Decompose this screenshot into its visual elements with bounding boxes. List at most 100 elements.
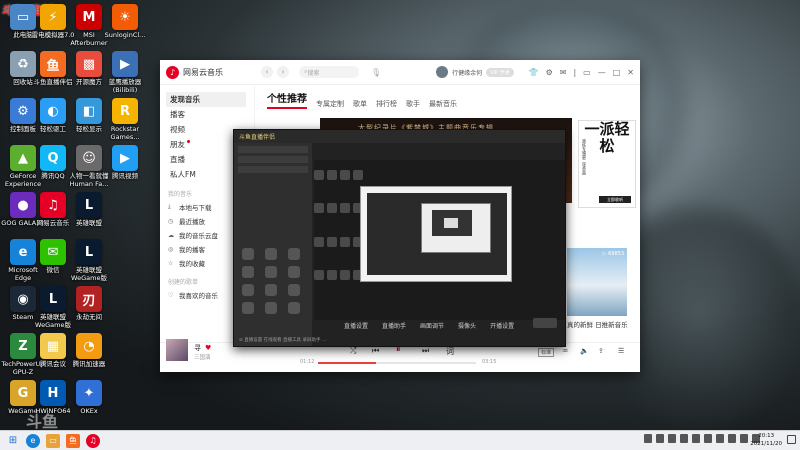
edge-icon[interactable]: e bbox=[26, 433, 40, 448]
tray-icon[interactable] bbox=[728, 434, 736, 443]
desktop-icon-label: 蓝鹰播放器 (Bilibili) bbox=[108, 78, 142, 94]
song-title[interactable]: 寻 ♥ bbox=[194, 343, 211, 353]
nested-tile bbox=[314, 170, 324, 180]
tab-custom[interactable]: 专属定制 bbox=[316, 99, 344, 109]
sidebar-label: 直播 bbox=[170, 155, 185, 164]
volume-icon[interactable]: 🔈 bbox=[580, 347, 589, 355]
playlist-icon[interactable]: ☰ bbox=[618, 347, 624, 355]
tray-icon[interactable] bbox=[644, 434, 652, 443]
desktop-icon[interactable]: ✦ OKEx bbox=[66, 380, 112, 416]
desktop-icon[interactable]: ☀ SunloginCl... bbox=[102, 4, 148, 40]
minimize-icon[interactable]: — bbox=[598, 68, 606, 77]
capture-tool-label[interactable]: 直播设置 bbox=[344, 321, 368, 330]
nested-tile bbox=[340, 203, 350, 214]
windows-start-icon[interactable]: ⊞ bbox=[6, 434, 20, 448]
tray-icon[interactable] bbox=[740, 434, 748, 443]
capture-tool-label[interactable]: 画面调节 bbox=[420, 321, 444, 330]
capture-tool-label[interactable]: 摄像头 bbox=[458, 321, 476, 330]
tab-charts[interactable]: 排行榜 bbox=[376, 99, 397, 109]
sidebar-item-discover[interactable]: 发现音乐 bbox=[166, 92, 246, 107]
artist-name[interactable]: 三国演 bbox=[194, 353, 211, 361]
app-icon: ⚡ bbox=[40, 4, 66, 30]
tool-icon[interactable] bbox=[288, 302, 300, 314]
divider-icon: | bbox=[573, 67, 577, 77]
tool-icon[interactable] bbox=[242, 284, 254, 296]
search-placeholder: 搜索 bbox=[307, 69, 320, 77]
tool-icon[interactable] bbox=[265, 266, 277, 278]
tool-icon[interactable] bbox=[288, 248, 300, 260]
forward-button[interactable]: › bbox=[277, 66, 289, 78]
username[interactable]: 行健缘余何 bbox=[452, 68, 482, 77]
app-icon: ◐ bbox=[40, 98, 66, 124]
maximize-icon[interactable]: □ bbox=[613, 68, 621, 77]
desktop-icon[interactable]: ▶ 蓝鹰播放器 (Bilibili) bbox=[102, 51, 148, 94]
tool-icon[interactable] bbox=[288, 266, 300, 278]
settings-icon[interactable]: ⚙ bbox=[546, 68, 553, 77]
desktop-icon[interactable]: L 英雄联盟 bbox=[66, 192, 112, 228]
playlist-share-icon[interactable]: ⇪ bbox=[598, 347, 604, 355]
vip-badge[interactable]: VIP 开通 bbox=[486, 67, 514, 77]
capture-tool-label[interactable]: 直播助手 bbox=[382, 321, 406, 330]
prev-icon[interactable]: ⏮ bbox=[372, 346, 379, 356]
heart-icon[interactable]: ♥ bbox=[205, 344, 211, 352]
tray-icon[interactable] bbox=[704, 434, 712, 443]
desktop-icon[interactable]: R Rockstar Games... bbox=[102, 98, 148, 141]
sidebar-label: 我的播客 bbox=[179, 246, 205, 254]
mini-mode-icon[interactable]: ▭ bbox=[583, 68, 591, 77]
taskbar: ⊞ e ▭ 鱼 ♫ 20:13 2021/11/20 bbox=[0, 430, 800, 450]
next-icon[interactable]: ⏭ bbox=[422, 346, 429, 356]
tool-icon[interactable] bbox=[265, 248, 277, 260]
tray-icon[interactable] bbox=[680, 434, 688, 443]
tab-recommend[interactable]: 个性推荐 bbox=[267, 90, 307, 109]
nested-tile bbox=[353, 170, 363, 180]
tray-icon[interactable] bbox=[692, 434, 700, 443]
netease-taskbar-icon[interactable]: ♫ bbox=[86, 433, 100, 448]
tray-icon[interactable] bbox=[716, 434, 724, 443]
notification-center-icon[interactable] bbox=[787, 435, 796, 444]
douyu-taskbar-icon[interactable]: 鱼 bbox=[66, 433, 80, 448]
lyrics-icon[interactable]: 词 bbox=[446, 346, 454, 357]
quality-button[interactable]: 标准 bbox=[538, 348, 555, 357]
sidebar-item-podcast[interactable]: 播客 bbox=[168, 107, 246, 122]
skin-icon[interactable]: 👕 bbox=[529, 68, 539, 77]
tool-icon[interactable] bbox=[242, 302, 254, 314]
capture-tool-label[interactable]: 开播设置 bbox=[490, 321, 514, 330]
tool-icon[interactable] bbox=[265, 284, 277, 296]
desktop-icon[interactable]: 刃永劫无间 bbox=[66, 286, 112, 322]
tab-new-music[interactable]: 最新音乐 bbox=[429, 99, 457, 109]
tray-icon[interactable] bbox=[656, 434, 664, 443]
back-button[interactable]: ‹ bbox=[261, 66, 273, 78]
tool-icon[interactable] bbox=[242, 266, 254, 278]
taskbar-clock[interactable]: 20:13 2021/11/20 bbox=[750, 432, 782, 448]
album-cover[interactable] bbox=[166, 339, 188, 361]
go-live-button[interactable] bbox=[533, 318, 557, 328]
playlist-card-caption[interactable]: 真的新鲜 日推新音乐 bbox=[567, 319, 628, 329]
file-explorer-icon[interactable]: ▭ bbox=[46, 433, 60, 448]
desktop-icon[interactable]: ▶ 腾讯视频 bbox=[102, 145, 148, 181]
cloud-icon: ☁ bbox=[168, 231, 174, 239]
tab-artists[interactable]: 歌手 bbox=[406, 99, 420, 109]
mic-icon[interactable]: 🎙 bbox=[371, 68, 381, 77]
sound-effect-icon[interactable]: ♒ bbox=[562, 347, 568, 355]
tool-icon[interactable] bbox=[288, 284, 300, 296]
desktop-icon-label: SunloginCl... bbox=[104, 31, 146, 39]
close-icon[interactable]: ✕ bbox=[627, 68, 634, 77]
shuffle-icon[interactable]: ⤮ bbox=[350, 346, 356, 356]
avatar[interactable] bbox=[436, 66, 449, 78]
progress-bar[interactable] bbox=[318, 362, 476, 364]
desktop-icon-label: 永劫无间 bbox=[76, 313, 102, 321]
search-input[interactable]: ⌕ 搜索 bbox=[299, 66, 359, 78]
sidebar-label: 私人FM bbox=[170, 170, 196, 179]
desktop-icon[interactable]: ◔ 腾讯加速器 bbox=[66, 333, 112, 369]
banner-listen-button[interactable]: 立即收听 bbox=[599, 196, 631, 203]
mail-icon[interactable]: ✉ bbox=[560, 68, 567, 77]
playlist-card[interactable]: ▷ 69853 bbox=[567, 248, 627, 316]
tool-icon[interactable] bbox=[265, 302, 277, 314]
tab-playlists[interactable]: 歌单 bbox=[353, 99, 367, 109]
capture-row bbox=[238, 166, 308, 173]
tray-icon[interactable] bbox=[668, 434, 676, 443]
nested-tile bbox=[314, 269, 324, 280]
desktop-icon[interactable]: L 英雄联盟WeGame版 bbox=[66, 239, 112, 282]
tool-icon[interactable] bbox=[242, 248, 254, 260]
banner-right[interactable]: 一派轻松 滚炼专辑第二张单曲 立即收听 bbox=[578, 120, 636, 208]
